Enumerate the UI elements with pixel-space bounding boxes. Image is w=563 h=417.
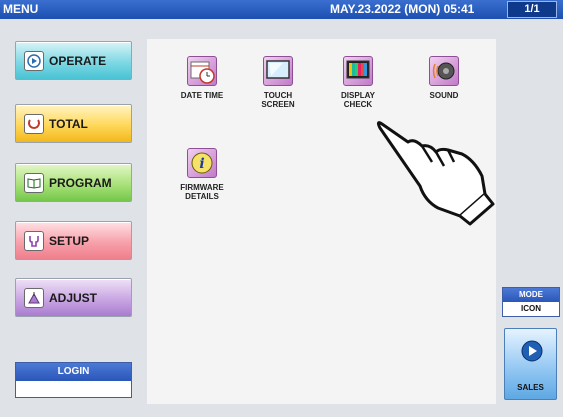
- svg-text:i: i: [199, 156, 204, 172]
- wrench-icon: [24, 230, 44, 251]
- title-bar: MENU MAY.23.2022 (MON) 05:41 1/1: [0, 0, 563, 19]
- login-label: LOGIN: [16, 363, 131, 381]
- program-button[interactable]: PROGRAM: [15, 163, 132, 202]
- mode-value: ICON: [521, 304, 541, 313]
- menu-item-label: DATE TIME: [180, 91, 224, 100]
- datetime-display: MAY.23.2022 (MON) 05:41: [330, 2, 475, 16]
- menu-item-label: SOUND: [429, 91, 459, 100]
- book-icon: [24, 172, 44, 193]
- info-icon: i: [187, 148, 217, 178]
- mode-label: MODE: [503, 288, 559, 302]
- total-label: TOTAL: [49, 116, 88, 131]
- menu-item-firmware-details[interactable]: i FIRMWARE DETAILS: [162, 148, 242, 201]
- operate-label: OPERATE: [49, 53, 107, 68]
- adjust-label: ADJUST: [49, 290, 98, 305]
- sales-label: SALES: [517, 383, 544, 392]
- adjust-button[interactable]: ADJUST: [15, 278, 132, 317]
- setup-button[interactable]: SETUP: [15, 221, 132, 260]
- mode-box[interactable]: MODE ICON: [502, 287, 560, 317]
- page-title: MENU: [3, 2, 39, 16]
- menu-item-display-check[interactable]: DISPLAY CHECK: [318, 56, 398, 109]
- operate-button[interactable]: OPERATE: [15, 41, 132, 80]
- calendar-clock-icon: [187, 56, 217, 86]
- setup-label: SETUP: [49, 233, 90, 248]
- play-icon: [24, 50, 44, 71]
- speaker-icon: [429, 56, 459, 86]
- scale-menu-screen: MENU MAY.23.2022 (MON) 05:41 1/1 OPERATE…: [0, 0, 563, 417]
- menu-item-sound[interactable]: SOUND: [404, 56, 484, 100]
- sales-button[interactable]: SALES: [504, 328, 557, 400]
- color-bars-icon: [343, 56, 373, 86]
- login-box[interactable]: LOGIN: [15, 362, 132, 398]
- login-value: [16, 381, 131, 397]
- program-label: PROGRAM: [49, 175, 112, 190]
- total-icon: [24, 113, 44, 134]
- menu-item-label: TOUCH SCREEN: [261, 91, 295, 109]
- adjust-icon: [24, 287, 44, 308]
- play-circle-icon: [520, 339, 544, 368]
- pointing-hand-icon: [370, 116, 500, 231]
- menu-item-label: FIRMWARE DETAILS: [180, 183, 224, 201]
- monitor-icon: [263, 56, 293, 86]
- menu-item-label: DISPLAY CHECK: [341, 91, 375, 109]
- menu-item-date-time[interactable]: DATE TIME: [162, 56, 242, 100]
- menu-item-touch-screen[interactable]: TOUCH SCREEN: [238, 56, 318, 109]
- total-button[interactable]: TOTAL: [15, 104, 132, 143]
- page-indicator[interactable]: 1/1: [507, 1, 557, 18]
